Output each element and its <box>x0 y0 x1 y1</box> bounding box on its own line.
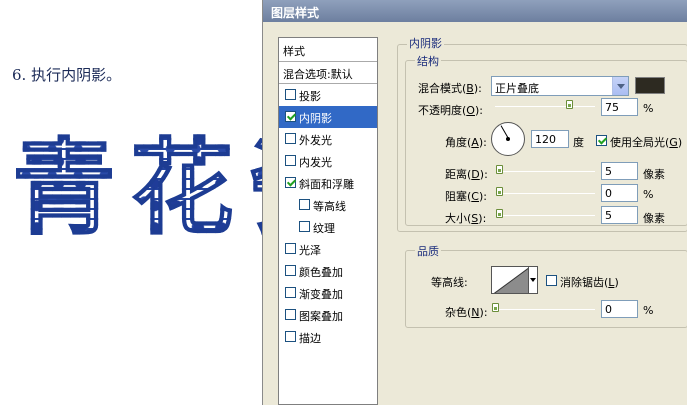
angle-dial-hand <box>500 125 510 140</box>
style-item-label: 内发光 <box>299 156 332 169</box>
style-item-label: 投影 <box>299 90 321 103</box>
style-item[interactable]: 外发光 <box>279 128 377 150</box>
style-item-checkbox[interactable] <box>285 309 296 320</box>
style-item-checkbox[interactable] <box>285 155 296 166</box>
style-item-checkbox[interactable] <box>299 221 310 232</box>
angle-input[interactable]: 120 <box>531 130 569 148</box>
choke-unit: % <box>643 188 654 201</box>
style-item-checkbox[interactable] <box>285 133 296 144</box>
style-item-label: 内阴影 <box>299 112 332 125</box>
shadow-color-swatch[interactable] <box>635 77 665 94</box>
style-item[interactable]: 光泽 <box>279 238 377 260</box>
size-input[interactable]: 5 <box>601 206 638 224</box>
opacity-input[interactable]: 75 <box>601 98 638 116</box>
blue-white-porcelain-text-art: 青 花 瓷 <box>8 132 270 244</box>
distance-input[interactable]: 5 <box>601 162 638 180</box>
antialias-label: 消除锯齿(L) <box>560 276 619 289</box>
contour-curve-icon <box>493 267 528 293</box>
style-list-header[interactable]: 样式 <box>279 38 377 62</box>
blending-options-item[interactable]: 混合选项:默认 <box>279 62 377 84</box>
blend-mode-select[interactable]: 正片叠底 <box>491 76 629 96</box>
global-light-label: 使用全局光(G) <box>610 136 683 149</box>
distance-unit: 像素 <box>643 168 665 181</box>
contour-dropdown-button[interactable] <box>528 266 538 294</box>
style-item-label: 颜色叠加 <box>299 266 343 279</box>
choke-label: 阻塞(C): <box>445 190 487 203</box>
style-item-label: 渐变叠加 <box>299 288 343 301</box>
art-char-2: 花 <box>126 132 238 244</box>
style-items: 投影内阴影外发光内发光斜面和浮雕等高线纹理光泽颜色叠加渐变叠加图案叠加描边 <box>279 84 377 348</box>
style-item-checkbox[interactable] <box>285 243 296 254</box>
style-item[interactable]: 纹理 <box>279 216 377 238</box>
noise-input[interactable]: 0 <box>601 300 638 318</box>
style-item-label: 外发光 <box>299 134 332 147</box>
style-item-label: 描边 <box>299 332 321 345</box>
angle-unit: 度 <box>573 136 584 149</box>
distance-slider-thumb[interactable] <box>496 165 503 174</box>
noise-slider-thumb[interactable] <box>492 303 499 312</box>
choke-input[interactable]: 0 <box>601 184 638 202</box>
style-item[interactable]: 图案叠加 <box>279 304 377 326</box>
style-item-checkbox[interactable] <box>299 199 310 210</box>
style-item-checkbox[interactable] <box>285 177 296 188</box>
style-item[interactable]: 渐变叠加 <box>279 282 377 304</box>
opacity-slider-track[interactable] <box>495 106 595 107</box>
global-light-checkbox[interactable] <box>596 135 607 146</box>
style-item[interactable]: 内阴影 <box>279 106 377 128</box>
angle-label: 角度(A): <box>445 136 487 149</box>
distance-slider-track[interactable] <box>499 171 595 172</box>
inner-shadow-title: 内阴影 <box>407 35 444 51</box>
blend-mode-label: 混合模式(B): <box>418 82 482 95</box>
size-slider-track[interactable] <box>499 215 595 216</box>
style-item[interactable]: 颜色叠加 <box>279 260 377 282</box>
structure-title: 结构 <box>415 53 441 69</box>
style-item-label: 等高线 <box>313 200 346 213</box>
antialias-checkbox[interactable] <box>546 275 557 286</box>
noise-slider-track[interactable] <box>495 309 595 310</box>
blend-mode-value: 正片叠底 <box>495 82 539 95</box>
style-item-checkbox[interactable] <box>285 111 296 122</box>
contour-label: 等高线: <box>431 276 468 289</box>
step-text: 6. 执行内阴影。 <box>12 66 122 84</box>
contour-picker[interactable] <box>491 266 529 294</box>
opacity-unit: % <box>643 102 654 115</box>
style-item[interactable]: 描边 <box>279 326 377 348</box>
angle-dial[interactable] <box>491 122 525 156</box>
style-item[interactable]: 内发光 <box>279 150 377 172</box>
style-item-label: 图案叠加 <box>299 310 343 323</box>
style-item[interactable]: 斜面和浮雕 <box>279 172 377 194</box>
layer-style-dialog: 图层样式 样式 混合选项:默认 投影 内阴影 外发光 内发光 斜面和浮雕 等高线 纹理 光泽颜… <box>262 0 687 405</box>
style-item-label: 斜面和浮雕 <box>299 178 354 191</box>
style-item[interactable]: 等高线 <box>279 194 377 216</box>
style-list: 样式 混合选项:默认 投影内阴影外发光内发光斜面和浮雕等高线纹理光泽颜色叠加渐变… <box>278 37 378 405</box>
size-label: 大小(S): <box>445 212 487 225</box>
size-slider-thumb[interactable] <box>496 209 503 218</box>
style-item-checkbox[interactable] <box>285 265 296 276</box>
dialog-title: 图层样式 <box>263 0 687 22</box>
style-item-label: 纹理 <box>313 222 335 235</box>
noise-label: 杂色(N): <box>445 306 488 319</box>
style-item-label: 光泽 <box>299 244 321 257</box>
style-item-checkbox[interactable] <box>285 331 296 342</box>
style-item-checkbox[interactable] <box>285 287 296 298</box>
opacity-label: 不透明度(O): <box>418 104 483 117</box>
chevron-down-icon[interactable] <box>612 77 628 95</box>
art-char-1: 青 <box>8 132 120 244</box>
quality-title: 品质 <box>415 243 441 259</box>
size-unit: 像素 <box>643 212 665 225</box>
choke-slider-track[interactable] <box>499 193 595 194</box>
distance-label: 距离(D): <box>445 168 488 181</box>
style-item[interactable]: 投影 <box>279 84 377 106</box>
style-item-checkbox[interactable] <box>285 89 296 100</box>
opacity-slider-thumb[interactable] <box>566 100 573 109</box>
noise-unit: % <box>643 304 654 317</box>
choke-slider-thumb[interactable] <box>496 187 503 196</box>
